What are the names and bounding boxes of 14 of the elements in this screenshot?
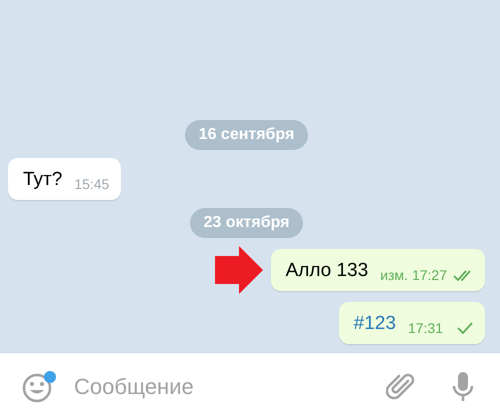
- microphone-icon[interactable]: [452, 371, 474, 402]
- message-input[interactable]: Сообщение: [72, 369, 370, 404]
- message-text: Алло 133: [286, 259, 368, 283]
- message-text: #123: [354, 312, 396, 336]
- edited-label: изм.: [380, 266, 408, 285]
- message-time: 17:31: [408, 319, 443, 338]
- message-time: 15:45: [74, 175, 110, 194]
- date-separator: 16 сентября: [184, 120, 308, 150]
- attach-icon[interactable]: [386, 372, 416, 400]
- date-separator: 23 октября: [190, 208, 304, 238]
- emoji-icon[interactable]: [22, 370, 56, 402]
- message-time: 17:27: [412, 266, 447, 285]
- message-text: Тут?: [23, 168, 62, 192]
- message-input-bar[interactable]: Сообщение: [0, 352, 500, 420]
